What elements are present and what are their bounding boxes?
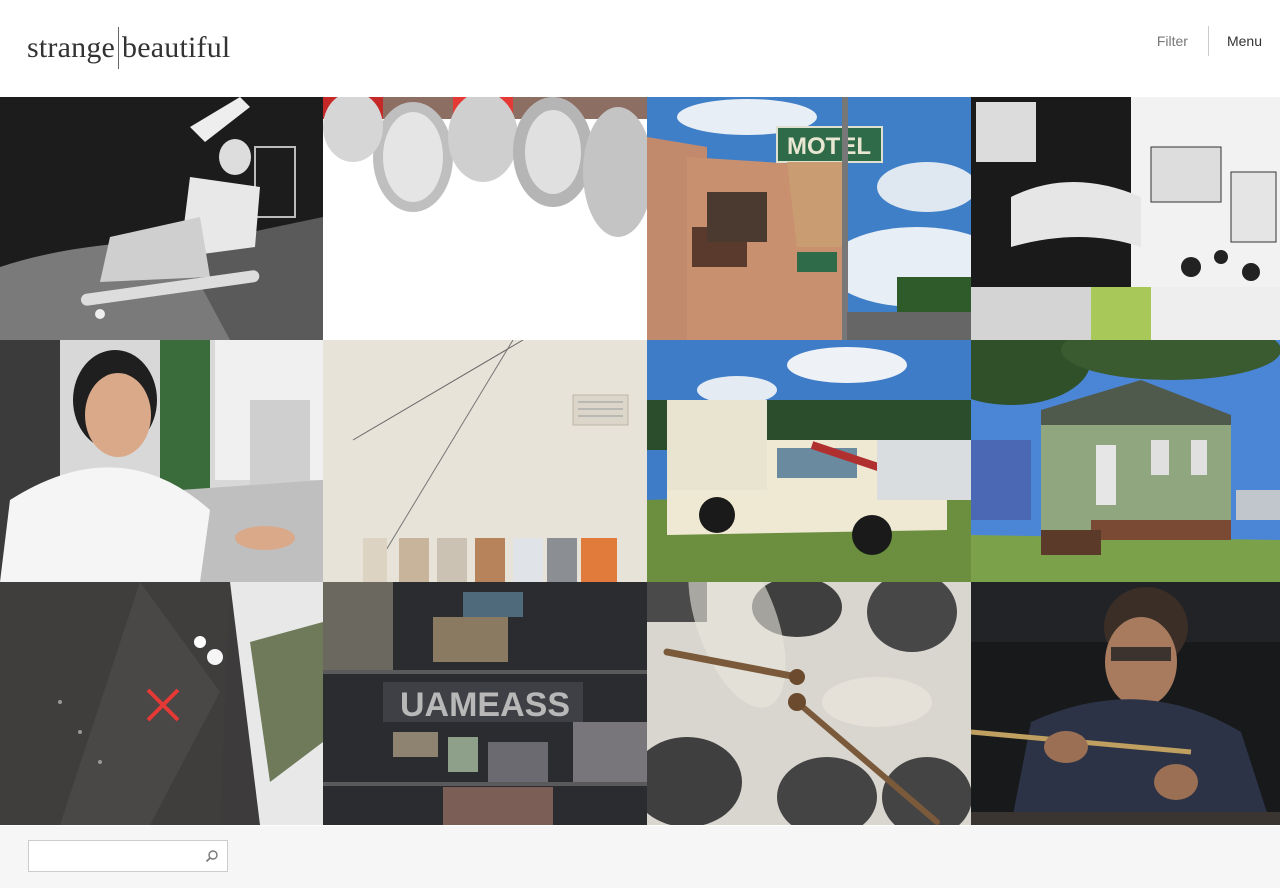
image-grid: MOTEL UAMEASS [0,97,1280,825]
logo-right-word: beautiful [122,31,231,64]
shelves-letters-text: UAMEASS [400,686,570,724]
tile-skateboarder[interactable] [0,97,323,340]
tile-motel-sign[interactable]: MOTEL [647,97,971,340]
motel-sign-text: MOTEL [787,133,871,160]
filter-button[interactable]: Filter [1157,33,1208,49]
logo-left-word: strange [27,31,116,64]
site-logo[interactable]: strange beautiful [27,26,230,70]
tile-wall-swatches[interactable] [323,340,647,582]
tile-dragonflies[interactable] [647,582,971,825]
tile-man-electronics[interactable] [971,582,1280,825]
search-icon[interactable] [205,849,219,863]
tile-tiny-house[interactable] [971,340,1280,582]
collage-image [971,97,1280,340]
dragonflies-image [647,582,971,825]
man-interview-image [0,340,323,582]
tile-painted-truck[interactable] [647,340,971,582]
red-x-image [0,582,323,825]
man-electronics-image [971,582,1280,825]
wall-swatches-image [323,340,647,582]
logo-divider [118,27,120,69]
tiny-house-image [971,340,1280,582]
motel-image: MOTEL [647,97,971,340]
glass-jars-image [323,97,647,340]
painted-truck-image [647,340,971,582]
skateboarder-image [0,97,323,340]
header-nav: Filter Menu [1157,26,1262,56]
search-input[interactable] [35,841,209,873]
tile-shelves[interactable]: UAMEASS [323,582,647,825]
tile-red-x[interactable] [0,582,323,825]
shelves-image: UAMEASS [323,582,647,825]
site-header: strange beautiful Filter Menu [0,0,1280,97]
tile-collage[interactable] [971,97,1280,340]
menu-button[interactable]: Menu [1209,33,1262,49]
tile-glass-jars[interactable] [323,97,647,340]
search-box [28,840,228,873]
tile-man-interview[interactable] [0,340,323,582]
